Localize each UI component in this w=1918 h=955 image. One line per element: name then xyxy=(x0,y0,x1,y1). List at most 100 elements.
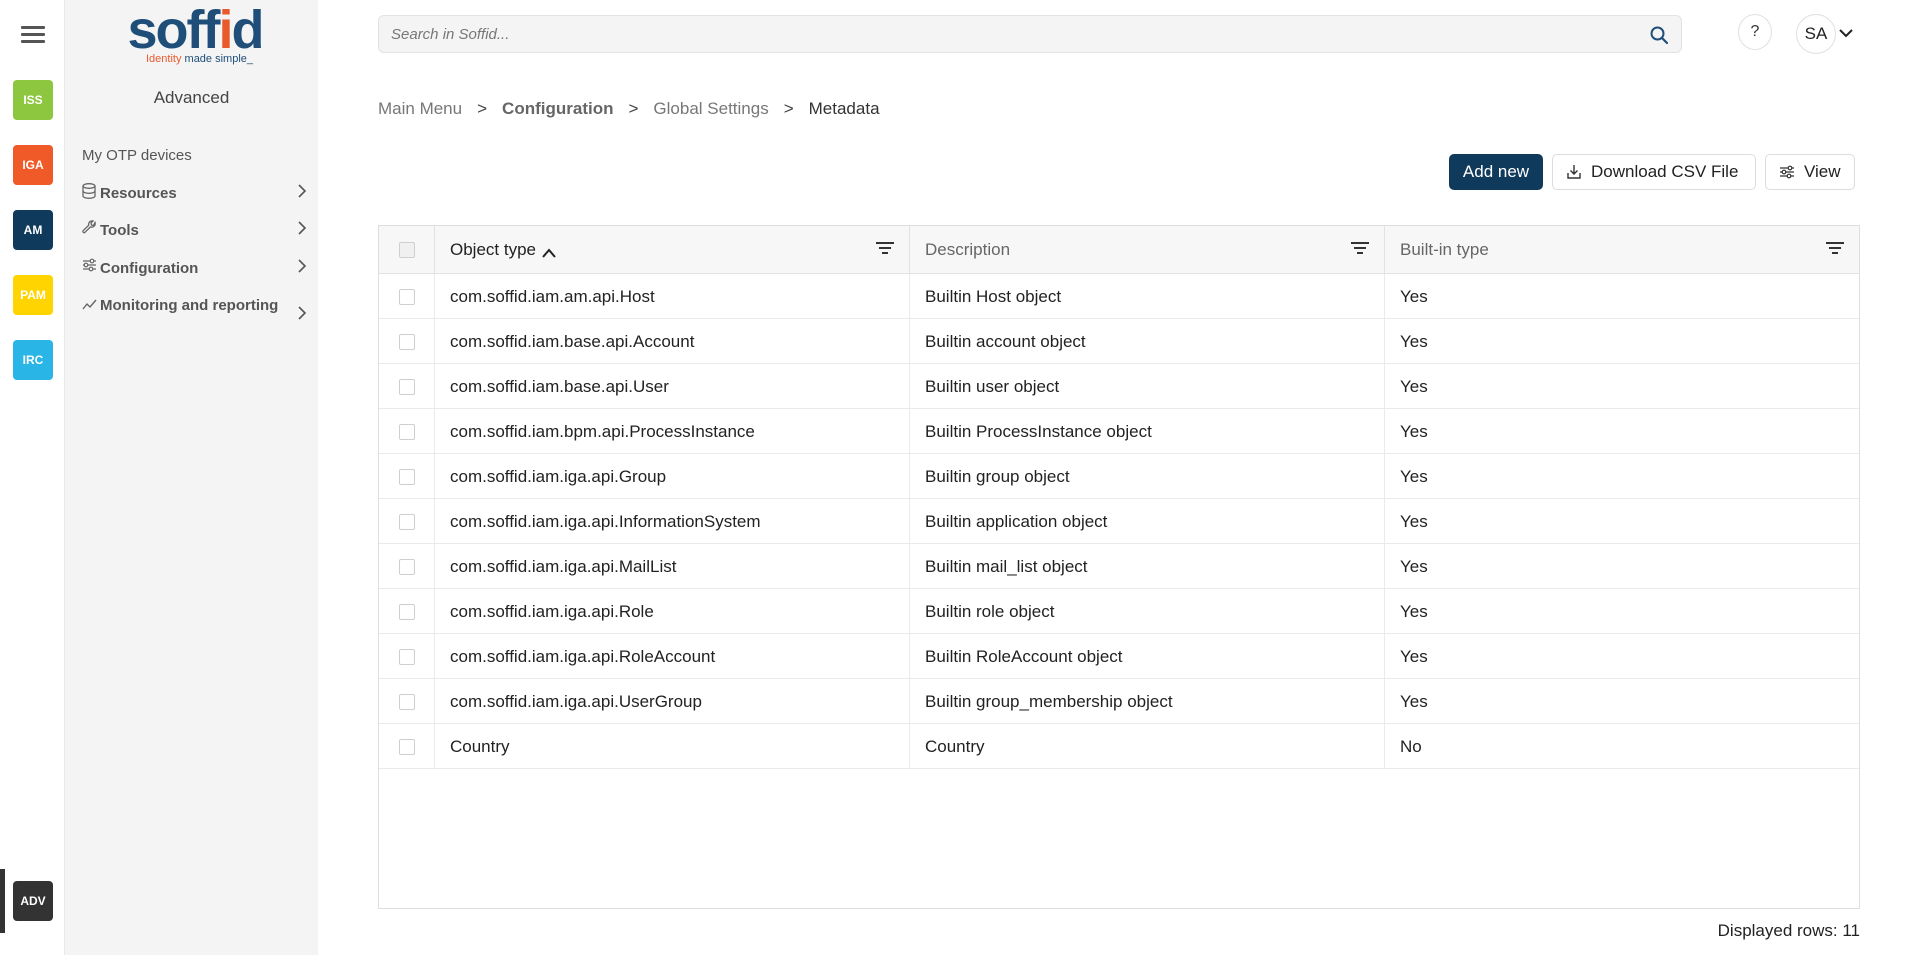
row-checkbox[interactable] xyxy=(398,738,415,755)
column-header-built-in-type[interactable]: Built-in type xyxy=(1385,226,1859,274)
table-row[interactable]: com.soffid.iam.bpm.api.ProcessInstance B… xyxy=(379,409,1859,454)
filter-icon[interactable] xyxy=(875,240,895,258)
sidebar-item-label: Configuration xyxy=(100,260,199,277)
help-button[interactable]: ? xyxy=(1738,14,1772,50)
filter-icon[interactable] xyxy=(1350,240,1370,258)
database-icon xyxy=(82,183,100,203)
cell-object-type: com.soffid.iam.iga.api.Group xyxy=(435,454,910,499)
row-checkbox[interactable] xyxy=(398,333,415,350)
breadcrumb-main-menu[interactable]: Main Menu xyxy=(378,99,462,119)
sidebar-title: Advanced xyxy=(153,88,230,107)
user-avatar[interactable]: SA xyxy=(1796,14,1836,54)
cell-object-type: com.soffid.iam.iga.api.UserGroup xyxy=(435,679,910,724)
download-csv-button[interactable]: Download CSV File xyxy=(1552,154,1756,190)
cell-object-type: com.soffid.iam.iga.api.RoleAccount xyxy=(435,634,910,679)
hamburger-menu-icon[interactable] xyxy=(21,26,45,46)
row-checkbox[interactable] xyxy=(398,603,415,620)
app-adv-button[interactable]: ADV xyxy=(13,881,53,921)
breadcrumb-separator: > xyxy=(783,99,794,118)
cell-built-in-type: Yes xyxy=(1400,511,1428,531)
add-new-button[interactable]: Add new xyxy=(1449,154,1543,190)
chevron-right-icon xyxy=(293,306,307,323)
app-iga-button[interactable]: IGA xyxy=(13,145,53,185)
cell-description: Country xyxy=(910,724,1385,769)
cell-built-in-type: No xyxy=(1400,736,1422,756)
column-header-description[interactable]: Description xyxy=(910,226,1385,274)
breadcrumb-metadata: Metadata xyxy=(808,99,880,118)
cell-object-type: com.soffid.iam.base.api.Account xyxy=(435,319,910,364)
cell-built-in-type: Yes xyxy=(1400,331,1428,351)
table-row[interactable]: com.soffid.iam.iga.api.RoleAccount Built… xyxy=(379,634,1859,679)
app-pam-button[interactable]: PAM xyxy=(13,275,53,315)
filter-icon[interactable] xyxy=(1825,240,1845,258)
breadcrumb-separator: > xyxy=(628,99,639,118)
cell-object-type: com.soffid.iam.bpm.api.ProcessInstance xyxy=(435,409,910,454)
row-select-cell xyxy=(379,679,435,724)
row-checkbox[interactable] xyxy=(398,648,415,665)
table-row[interactable]: com.soffid.iam.iga.api.UserGroup Builtin… xyxy=(379,679,1859,724)
cell-description: Builtin group object xyxy=(910,454,1385,499)
table-row[interactable]: com.soffid.iam.base.api.Account Builtin … xyxy=(379,319,1859,364)
sidebar-item-resources[interactable]: Resources xyxy=(82,182,307,205)
app-iss-button[interactable]: ISS xyxy=(13,80,53,120)
cell-description: Builtin application object xyxy=(910,499,1385,544)
chevron-down-icon[interactable] xyxy=(1838,25,1854,41)
cell-description: Builtin role object xyxy=(910,589,1385,634)
sidebar-item-label: Resources xyxy=(100,185,177,202)
cell-description: Builtin user object xyxy=(910,364,1385,409)
sidebar-item-tools[interactable]: Tools xyxy=(82,219,307,242)
column-label: Built-in type xyxy=(1400,240,1489,259)
cell-built-in-type: Yes xyxy=(1400,421,1428,441)
row-checkbox[interactable] xyxy=(398,693,415,710)
row-checkbox[interactable] xyxy=(398,288,415,305)
logo-brand: soffid xyxy=(127,0,265,60)
breadcrumb-global-settings[interactable]: Global Settings xyxy=(653,99,768,119)
sidebar-item-label: Monitoring and reporting xyxy=(82,294,293,317)
column-header-object-type[interactable]: Object type xyxy=(435,226,910,274)
sliders-icon xyxy=(1778,163,1796,181)
row-select-cell xyxy=(379,499,435,544)
view-button[interactable]: View xyxy=(1765,154,1855,190)
select-all-checkbox[interactable] xyxy=(398,242,415,258)
logo-tagline: Identity made simple_ xyxy=(146,53,254,65)
column-label: Object type xyxy=(450,240,536,259)
chevron-right-icon xyxy=(293,259,307,276)
cell-object-type: com.soffid.iam.iga.api.InformationSystem xyxy=(435,499,910,544)
cell-description: Builtin Host object xyxy=(910,274,1385,319)
cell-built-in-type: Yes xyxy=(1400,286,1428,306)
table-row[interactable]: com.soffid.iam.iga.api.InformationSystem… xyxy=(379,499,1859,544)
row-select-cell xyxy=(379,724,435,769)
sort-ascending-icon[interactable] xyxy=(542,244,556,258)
download-icon xyxy=(1565,163,1583,181)
download-csv-label: Download CSV File xyxy=(1591,162,1739,181)
soffid-logo[interactable]: soffid Identity made simple_ xyxy=(120,0,270,68)
table-row[interactable]: com.soffid.iam.iga.api.Role Builtin role… xyxy=(379,589,1859,634)
table-row[interactable]: com.soffid.iam.am.api.Host Builtin Host … xyxy=(379,274,1859,319)
table-row[interactable]: com.soffid.iam.iga.api.MailList Builtin … xyxy=(379,544,1859,589)
metadata-table: Object type Description Built-in type co… xyxy=(378,225,1860,909)
cell-object-type: Country xyxy=(435,724,910,769)
chart-line-icon xyxy=(82,294,100,317)
table-row[interactable]: Country Country No xyxy=(379,724,1859,769)
cell-built-in-type: Yes xyxy=(1400,556,1428,576)
row-checkbox[interactable] xyxy=(398,378,415,395)
search-bar xyxy=(378,15,1682,53)
row-checkbox[interactable] xyxy=(398,558,415,575)
cell-built-in-type: Yes xyxy=(1400,691,1428,711)
app-irc-button[interactable]: IRC xyxy=(13,340,53,380)
table-row[interactable]: com.soffid.iam.iga.api.Group Builtin gro… xyxy=(379,454,1859,499)
breadcrumb-configuration[interactable]: Configuration xyxy=(502,99,613,119)
search-icon[interactable] xyxy=(1649,25,1669,45)
table-row[interactable]: com.soffid.iam.base.api.User Builtin use… xyxy=(379,364,1859,409)
sidebar-item-otp-devices[interactable]: My OTP devices xyxy=(82,144,307,167)
row-checkbox[interactable] xyxy=(398,423,415,440)
row-checkbox[interactable] xyxy=(398,513,415,530)
row-select-cell xyxy=(379,589,435,634)
row-checkbox[interactable] xyxy=(398,468,415,485)
table-header: Object type Description Built-in type xyxy=(379,226,1859,274)
app-am-button[interactable]: AM xyxy=(13,210,53,250)
cell-description: Builtin mail_list object xyxy=(910,544,1385,589)
sidebar-item-monitoring[interactable]: Monitoring and reporting xyxy=(82,294,307,323)
sidebar-item-configuration[interactable]: Configuration xyxy=(82,257,307,280)
search-input[interactable] xyxy=(379,16,1639,52)
